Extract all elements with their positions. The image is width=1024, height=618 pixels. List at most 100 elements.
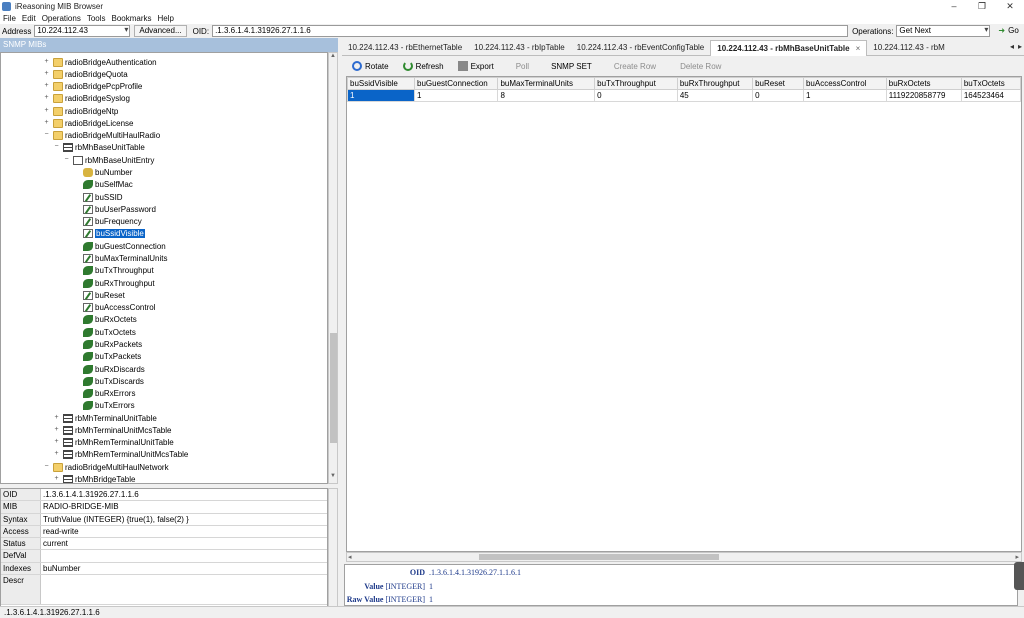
tree-node-rbMhRemTerminalUnitMcsTable[interactable]: + rbMhRemTerminalUnitMcsTable — [53, 449, 188, 461]
tree-node-rbMhBaseUnitEntry[interactable]: − rbMhBaseUnitEntry — [63, 154, 154, 166]
properties-scrollbar[interactable] — [328, 488, 338, 618]
hscroll-thumb[interactable] — [479, 554, 719, 560]
address-combo[interactable]: 10.224.112.43 — [34, 25, 131, 37]
tree-node-buTxPackets[interactable]: buTxPackets — [73, 351, 141, 363]
expand-icon[interactable]: + — [43, 94, 50, 102]
tree-node-buFrequency[interactable]: buFrequency — [73, 216, 142, 228]
snmp-set-button[interactable]: SNMP SET — [551, 59, 592, 73]
column-header[interactable]: buTxOctets — [960, 77, 1021, 90]
tree-node-buNumber[interactable]: buNumber — [73, 167, 132, 179]
tree-node-buGuestConnection[interactable]: buGuestConnection — [73, 240, 166, 252]
tree-node-buSelfMac[interactable]: buSelfMac — [73, 179, 133, 191]
minimize-button[interactable]: – — [940, 0, 968, 12]
scroll-right-icon[interactable]: ▸ — [1015, 553, 1019, 561]
tree-node-buAccessControl[interactable]: buAccessControl — [73, 302, 155, 314]
tree-node-radioBridgeNtp[interactable]: + radioBridgeNtp — [43, 105, 118, 117]
tree-node-buTxDiscards[interactable]: buTxDiscards — [73, 375, 144, 387]
menu-help[interactable]: Help — [155, 14, 177, 23]
column-header[interactable]: buAccessControl — [802, 77, 887, 90]
expand-icon[interactable]: + — [43, 70, 50, 78]
rotate-button[interactable]: Rotate — [352, 59, 389, 73]
table-cell[interactable]: 1 — [802, 89, 887, 102]
expand-icon[interactable]: + — [43, 82, 50, 90]
expand-icon[interactable]: + — [53, 438, 60, 446]
create-row-button[interactable]: Create Row — [614, 59, 656, 73]
scrollbar-thumb[interactable] — [330, 333, 337, 443]
expand-icon[interactable]: + — [53, 414, 60, 422]
expand-icon[interactable]: + — [53, 426, 60, 434]
maximize-button[interactable]: ❐ — [968, 0, 996, 12]
table-cell[interactable]: 1 — [347, 89, 416, 102]
expand-icon[interactable]: + — [43, 58, 50, 66]
tab-4[interactable]: 10.224.112.43 - rbM — [867, 40, 950, 56]
expand-icon[interactable]: + — [43, 107, 50, 115]
tab-next-icon[interactable]: ▸ — [1016, 42, 1024, 51]
table-cell[interactable]: 0 — [752, 89, 804, 102]
tree-node-rbMhBridgeTable[interactable]: + rbMhBridgeTable — [53, 474, 135, 483]
side-panel-toggle[interactable] — [1014, 562, 1024, 590]
column-header[interactable]: buReset — [752, 77, 804, 90]
tree-node-buTxOctets[interactable]: buTxOctets — [73, 326, 136, 338]
close-button[interactable]: ✕ — [996, 0, 1024, 12]
menu-tools[interactable]: Tools — [84, 14, 109, 23]
menu-operations[interactable]: Operations — [39, 14, 84, 23]
expand-icon[interactable]: + — [53, 475, 60, 483]
grid-horizontal-scrollbar[interactable]: ◂ ▸ — [346, 552, 1022, 562]
table-cell[interactable]: 1 — [414, 89, 499, 102]
delete-row-button[interactable]: Delete Row — [680, 59, 721, 73]
collapse-icon[interactable]: − — [43, 131, 50, 139]
scroll-down-icon[interactable]: ▼ — [329, 473, 337, 483]
table-cell[interactable]: 1119220858779 — [885, 89, 962, 102]
go-button[interactable]: ➜ Go — [994, 25, 1022, 37]
tab-3[interactable]: 10.224.112.43 - rbMhBaseUnitTable × — [710, 40, 868, 56]
tree-node-radioBridgeSyslog[interactable]: + radioBridgeSyslog — [43, 93, 130, 105]
menu-edit[interactable]: Edit — [19, 14, 39, 23]
tab-2[interactable]: 10.224.112.43 - rbEventConfigTable — [571, 40, 711, 56]
tree-scrollbar[interactable]: ▲ ▼ — [328, 52, 338, 484]
tab-close-icon[interactable]: × — [856, 44, 861, 53]
advanced-button[interactable]: Advanced... — [134, 25, 187, 37]
column-header[interactable]: buRxOctets — [885, 77, 962, 90]
tree-node-buRxOctets[interactable]: buRxOctets — [73, 314, 137, 326]
tree-node-rbMhRemTerminalUnitTable[interactable]: + rbMhRemTerminalUnitTable — [53, 437, 174, 449]
mib-tree[interactable]: + radioBridgeAuthentication + radioBridgeQu… — [0, 52, 328, 484]
table-cell[interactable]: 0 — [594, 89, 678, 102]
tab-prev-icon[interactable]: ◂ — [1008, 42, 1016, 51]
scroll-left-icon[interactable]: ◂ — [348, 553, 352, 561]
tree-node-radioBridgePcpProfile[interactable]: + radioBridgePcpProfile — [43, 81, 142, 93]
tree-node-radioBridgeLicense[interactable]: + radioBridgeLicense — [43, 117, 134, 129]
column-header[interactable]: buTxThroughput — [594, 77, 678, 90]
tree-node-buTxErrors[interactable]: buTxErrors — [73, 400, 135, 412]
tree-node-rbMhTerminalUnitMcsTable[interactable]: + rbMhTerminalUnitMcsTable — [53, 424, 171, 436]
scroll-up-icon[interactable]: ▲ — [329, 53, 337, 63]
tree-node-buReset[interactable]: buReset — [73, 289, 125, 301]
table-cell[interactable]: 45 — [676, 89, 754, 102]
column-header[interactable]: buRxThroughput — [676, 77, 754, 90]
column-header[interactable]: buSsidVisible — [347, 77, 416, 90]
tree-node-buRxPackets[interactable]: buRxPackets — [73, 338, 142, 350]
tree-node-buSSID[interactable]: buSSID — [73, 191, 123, 203]
operations-select[interactable]: Get Next — [896, 25, 991, 37]
tree-node-buSsidVisible[interactable]: buSsidVisible — [73, 228, 145, 240]
tab-1[interactable]: 10.224.112.43 - rbIpTable — [468, 40, 571, 56]
table-row[interactable]: 1 1 8 0 45 0 1 1119220858779 164523464 — [347, 89, 1021, 102]
tree-node-buMaxTerminalUnits[interactable]: buMaxTerminalUnits — [73, 252, 167, 264]
collapse-icon[interactable]: − — [43, 463, 50, 471]
tree-node-buRxErrors[interactable]: buRxErrors — [73, 388, 135, 400]
tree-node-buTxThroughput[interactable]: buTxThroughput — [73, 265, 154, 277]
tree-node-buUserPassword[interactable]: buUserPassword — [73, 203, 156, 215]
column-header[interactable]: buGuestConnection — [414, 77, 499, 90]
tree-node-rbMhBaseUnitTable[interactable]: − rbMhBaseUnitTable — [53, 142, 145, 154]
column-header[interactable]: buMaxTerminalUnits — [497, 77, 596, 90]
expand-icon[interactable]: + — [53, 450, 60, 458]
tree-node-rbMhTerminalUnitTable[interactable]: + rbMhTerminalUnitTable — [53, 412, 157, 424]
tree-node-radioBridgeAuthentication[interactable]: + radioBridgeAuthentication — [43, 56, 157, 68]
tree-node-radioBridgeMultiHaulRadio[interactable]: − radioBridgeMultiHaulRadio — [43, 130, 160, 142]
table-cell[interactable]: 164523464 — [960, 89, 1021, 102]
expand-icon[interactable]: + — [43, 119, 50, 127]
tree-node-buRxThroughput[interactable]: buRxThroughput — [73, 277, 155, 289]
menu-bookmarks[interactable]: Bookmarks — [109, 14, 155, 23]
collapse-icon[interactable]: − — [53, 143, 60, 151]
tree-node-radioBridgeQuota[interactable]: + radioBridgeQuota — [43, 68, 128, 80]
tree-node-radioBridgeMultiHaulNetwork[interactable]: − radioBridgeMultiHaulNetwork — [43, 461, 169, 473]
